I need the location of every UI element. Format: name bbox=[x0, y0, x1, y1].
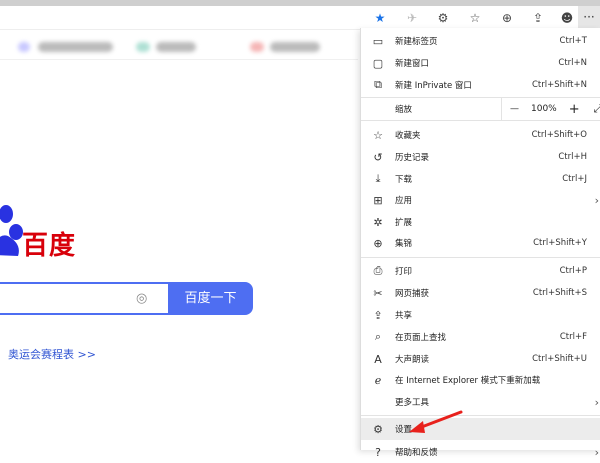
fullscreen-icon[interactable]: ⤢ bbox=[594, 102, 600, 116]
menu-item-downloads[interactable]: ⤓ 下载 Ctrl+J bbox=[361, 168, 600, 190]
find-icon: ⌕ bbox=[374, 330, 382, 343]
chevron-right-icon: › bbox=[594, 193, 599, 207]
menu-item-apps[interactable]: ⊞ 应用 › bbox=[361, 189, 600, 211]
bookmarks-bar bbox=[0, 33, 358, 60]
menu-item-favorites[interactable]: ☆ 收藏夹 Ctrl+Shift+O bbox=[361, 124, 600, 146]
settings-and-more-button[interactable]: ··· bbox=[578, 6, 600, 30]
collections-icon[interactable]: ⊕ bbox=[498, 10, 516, 26]
menu-item-collections[interactable]: ⊕ 集锦 Ctrl+Shift+Y bbox=[361, 232, 600, 254]
profile-avatar-icon[interactable]: ☻ bbox=[558, 10, 576, 26]
inprivate-icon: ⧉ bbox=[374, 78, 382, 91]
annotation-arrow bbox=[409, 410, 463, 433]
favorites-icon[interactable]: ☆ bbox=[466, 10, 484, 26]
help-icon: ? bbox=[375, 445, 381, 459]
baidu-logo-text: 百度 bbox=[22, 231, 77, 261]
menu-item-new-tab[interactable]: ▭ 新建标签页 Ctrl+T bbox=[361, 30, 600, 52]
browser-toolbar: ★ ✈ ⚙ ☆ ⊕ ⇪ ☻ ··· bbox=[0, 6, 600, 30]
print-icon: ⎙ bbox=[373, 264, 383, 277]
menu-item-print[interactable]: ⎙ 打印 Ctrl+P bbox=[361, 260, 600, 282]
zoom-in-button[interactable]: + bbox=[569, 102, 580, 117]
zoom-value: 100% bbox=[531, 104, 557, 114]
menu-item-find[interactable]: ⌕ 在页面上查找 Ctrl+F bbox=[361, 326, 600, 348]
menu-item-inprivate[interactable]: ⧉ 新建 InPrivate 窗口 Ctrl+Shift+N bbox=[361, 74, 600, 96]
ie-icon: ℯ bbox=[374, 373, 382, 387]
menu-item-extensions[interactable]: ✲ 扩展 bbox=[361, 211, 600, 233]
menu-item-new-window[interactable]: ▢ 新建窗口 Ctrl+N bbox=[361, 52, 600, 74]
collections-icon: ⊕ bbox=[373, 236, 383, 250]
favorite-star-icon[interactable]: ★ bbox=[371, 10, 389, 26]
extension-icon[interactable]: ✈ bbox=[403, 10, 421, 26]
bookmark-item[interactable] bbox=[38, 42, 113, 52]
chevron-right-icon: › bbox=[594, 395, 599, 409]
gear-icon: ⚙ bbox=[373, 422, 383, 436]
menu-item-more-tools[interactable]: 更多工具 › bbox=[361, 391, 600, 413]
chevron-right-icon: › bbox=[594, 445, 599, 459]
favorites-icon: ☆ bbox=[373, 128, 383, 142]
share-icon[interactable]: ⇪ bbox=[529, 10, 547, 26]
hot-link[interactable]: 奥运会赛程表 >> bbox=[8, 346, 96, 362]
bookmark-item[interactable] bbox=[156, 42, 196, 52]
web-capture-icon: ✂ bbox=[373, 286, 383, 300]
menu-item-read-aloud[interactable]: A 大声朗读 Ctrl+Shift+U bbox=[361, 348, 600, 370]
menu-item-history[interactable]: ↺ 历史记录 Ctrl+H bbox=[361, 146, 600, 168]
bookmark-icon[interactable] bbox=[136, 42, 150, 52]
menu-item-share[interactable]: ⇪ 共享 bbox=[361, 304, 600, 326]
menu-zoom-row: 缩放 — 100% + ⤢ bbox=[361, 97, 600, 121]
extensions-icon[interactable]: ⚙ bbox=[434, 10, 452, 26]
menu-item-ie-mode[interactable]: ℯ在 Internet Explorer 模式下重新加载 bbox=[361, 369, 600, 391]
camera-icon[interactable]: ◎ bbox=[136, 291, 147, 306]
new-tab-icon: ▭ bbox=[372, 34, 384, 48]
read-aloud-icon: A bbox=[374, 352, 382, 366]
settings-menu: ▭ 新建标签页 Ctrl+T ▢ 新建窗口 Ctrl+N ⧉ 新建 InPrivate 窗… bbox=[360, 28, 600, 459]
share-icon: ⇪ bbox=[373, 308, 383, 322]
baidu-search-button[interactable]: 百度一下 bbox=[168, 282, 253, 315]
zoom-controls: — 100% + ⤢ bbox=[501, 98, 600, 120]
bookmark-icon[interactable] bbox=[250, 42, 264, 52]
zoom-out-button[interactable]: — bbox=[510, 104, 519, 114]
download-icon: ⤓ bbox=[375, 172, 381, 185]
menu-item-settings[interactable]: ⚙ 设置 bbox=[361, 418, 600, 440]
menu-divider bbox=[361, 415, 600, 416]
apps-icon: ⊞ bbox=[373, 193, 383, 207]
bookmark-icon[interactable] bbox=[18, 42, 30, 52]
bookmark-item[interactable] bbox=[270, 42, 320, 52]
menu-divider bbox=[361, 257, 600, 258]
history-icon: ↺ bbox=[373, 150, 383, 164]
extensions-icon: ✲ bbox=[373, 215, 383, 229]
menu-item-help[interactable]: ? 帮助和反馈 › bbox=[361, 441, 600, 463]
window-icon: ▢ bbox=[372, 56, 384, 70]
menu-item-web-capture[interactable]: ✂ 网页捕获 Ctrl+Shift+S bbox=[361, 282, 600, 304]
